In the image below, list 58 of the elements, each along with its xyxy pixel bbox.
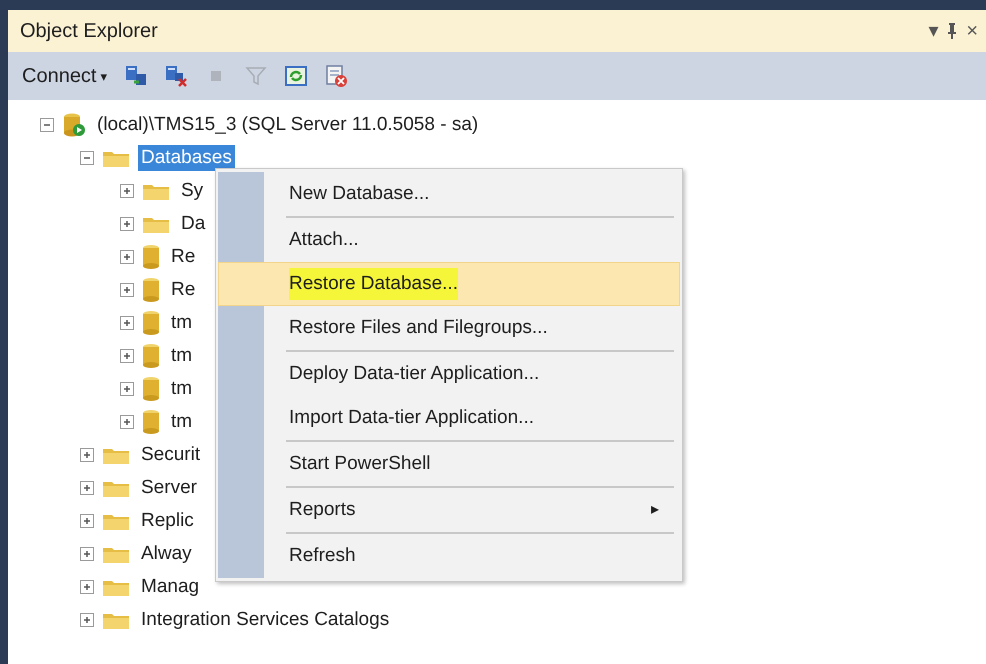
submenu-arrow: ▸ <box>651 500 659 520</box>
expand-icon[interactable] <box>120 216 134 230</box>
expand-icon[interactable] <box>120 414 134 428</box>
collapse-icon[interactable] <box>80 150 94 164</box>
tree-item[interactable]: Re <box>168 276 198 302</box>
database-icon <box>142 408 160 434</box>
tree-item[interactable]: tm <box>168 376 196 402</box>
dropdown-button[interactable]: ▾ <box>928 21 938 41</box>
expand-icon[interactable] <box>120 316 134 330</box>
menu-item[interactable]: Attach... <box>218 218 680 262</box>
menu-item[interactable]: Deploy Data-tier Application... <box>218 352 680 396</box>
connect-button[interactable]: Connect ▾ <box>22 66 108 86</box>
database-icon <box>142 244 160 270</box>
expand-icon[interactable] <box>80 480 94 494</box>
expand-icon[interactable] <box>80 580 94 594</box>
monitor-icon[interactable] <box>324 64 348 88</box>
tree-item[interactable]: Securit <box>138 442 204 468</box>
database-icon <box>142 276 160 302</box>
expand-icon[interactable] <box>80 546 94 560</box>
menu-item[interactable]: Restore Database... <box>218 262 680 306</box>
tree-item[interactable]: (local)\TMS15_3 (SQL Server 11.0.5058 - sa) <box>94 112 482 138</box>
menu-item[interactable]: Import Data-tier Application... <box>218 396 680 440</box>
connect-icon[interactable] <box>124 64 148 88</box>
tree-item[interactable]: Da <box>178 210 208 236</box>
close-button[interactable]: × <box>966 21 978 41</box>
panel-title: Object Explorer <box>20 19 158 44</box>
pin-icon[interactable] <box>946 22 958 40</box>
expand-icon[interactable] <box>120 250 134 264</box>
tree-item[interactable]: Sy <box>178 178 206 204</box>
refresh-icon[interactable] <box>284 64 308 88</box>
tree-item[interactable]: Databases <box>138 144 235 170</box>
tree-item[interactable]: Integration Services Catalogs <box>138 606 392 632</box>
database-icon <box>142 310 160 336</box>
server-icon <box>62 112 86 138</box>
menu-item[interactable]: New Database... <box>218 172 680 216</box>
disconnect-icon[interactable] <box>164 64 188 88</box>
tree-item[interactable]: tm <box>168 342 196 368</box>
menu-item[interactable]: Start PowerShell <box>218 442 680 486</box>
tree-item[interactable]: tm <box>168 408 196 434</box>
expand-icon[interactable] <box>120 184 134 198</box>
tree-item[interactable]: Manag <box>138 574 202 600</box>
tree-item[interactable]: Alway <box>138 540 195 566</box>
database-icon <box>142 376 160 402</box>
tree-item[interactable]: Replic <box>138 508 197 534</box>
collapse-icon[interactable] <box>40 118 54 132</box>
tree-item[interactable]: tm <box>168 310 196 336</box>
database-icon <box>142 342 160 368</box>
menu-item[interactable]: Restore Files and Filegroups... <box>218 306 680 350</box>
expand-icon[interactable] <box>80 514 94 528</box>
tree-item[interactable]: Re <box>168 244 198 270</box>
expand-icon[interactable] <box>120 382 134 396</box>
menu-item[interactable]: Refresh <box>218 534 680 578</box>
expand-icon[interactable] <box>80 612 94 626</box>
expand-icon[interactable] <box>80 448 94 462</box>
expand-icon[interactable] <box>120 282 134 296</box>
tree-item[interactable]: Server <box>138 474 200 500</box>
menu-item[interactable]: Reports ▸ <box>218 488 680 532</box>
expand-icon[interactable] <box>120 348 134 362</box>
